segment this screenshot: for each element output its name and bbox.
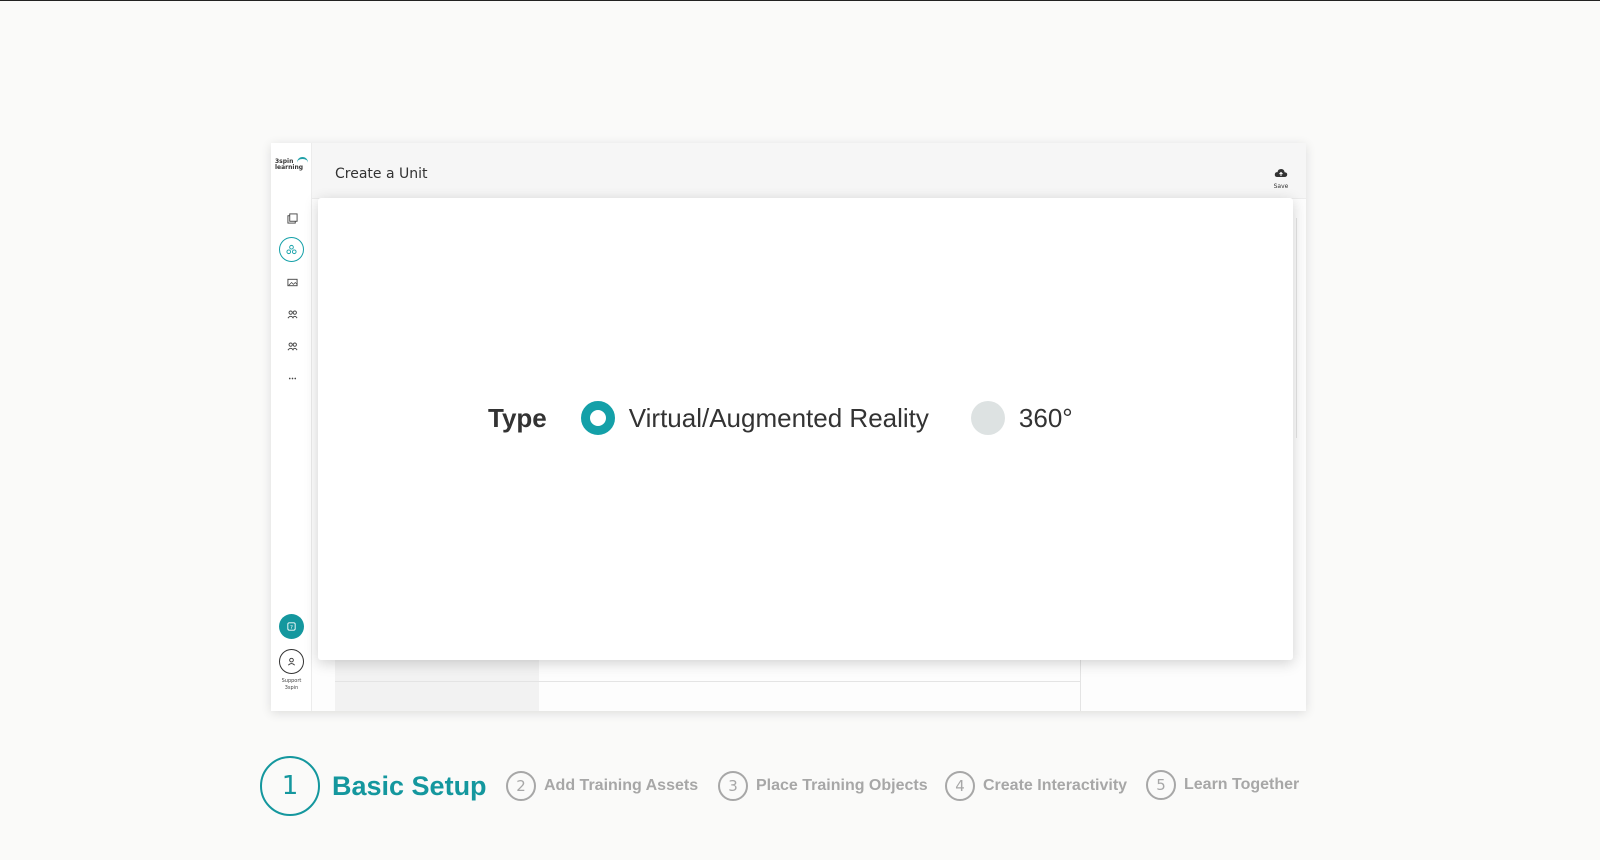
- step-label: Basic Setup: [332, 770, 487, 801]
- step-label: Place Training Objects: [756, 777, 928, 794]
- page-title: Create a Unit: [335, 166, 428, 182]
- logo-text-bottom: learning: [275, 164, 304, 171]
- step-learn-together[interactable]: 5 Learn Together: [1146, 770, 1299, 800]
- help-icon: ?: [287, 622, 296, 631]
- step-label: Learn Together: [1184, 776, 1300, 793]
- unit-type-dialog: Type Virtual/Augmented Reality 360°: [318, 198, 1293, 660]
- step-number: 2: [506, 771, 536, 801]
- sidebar: 3spin learning ? Support 3spin: [271, 143, 312, 711]
- svg-text:?: ?: [290, 625, 293, 631]
- help-button[interactable]: ?: [279, 614, 304, 639]
- background-table-divider: [335, 681, 1080, 682]
- step-number: 1: [260, 756, 320, 816]
- user-profile-button[interactable]: [279, 649, 304, 674]
- step-basic-setup[interactable]: 1 Basic Setup: [260, 756, 487, 816]
- groups-icon[interactable]: [283, 337, 301, 355]
- radio-virtual-augmented-reality[interactable]: [580, 401, 615, 435]
- step-place-training-objects[interactable]: 3 Place Training Objects: [718, 771, 928, 801]
- logo: 3spin learning: [275, 157, 309, 171]
- top-rule: [0, 0, 1600, 1]
- step-number: 4: [945, 771, 975, 801]
- cloud-upload-icon: [1274, 169, 1288, 177]
- radio-360[interactable]: [970, 401, 1005, 435]
- step-number: 3: [718, 771, 748, 801]
- background-right-panel: [1296, 218, 1306, 438]
- step-label: Add Training Assets: [544, 777, 699, 794]
- more-icon[interactable]: [283, 369, 301, 387]
- type-selector: Type Virtual/Augmented Reality 360°: [488, 398, 1073, 438]
- step-label: Create Interactivity: [983, 777, 1128, 794]
- support-line-1: Support: [281, 678, 302, 684]
- media-icon[interactable]: [283, 273, 301, 291]
- save-button[interactable]: Save: [1270, 163, 1292, 190]
- save-label: Save: [1273, 183, 1289, 190]
- wizard-stepper: 1 Basic Setup 2 Add Training Assets 3 Pl…: [260, 756, 1300, 816]
- type-label: Type: [488, 402, 547, 433]
- step-add-training-assets[interactable]: 2 Add Training Assets: [506, 771, 698, 801]
- units-icon[interactable]: [279, 237, 304, 262]
- library-icon[interactable]: [283, 209, 301, 227]
- step-create-interactivity[interactable]: 4 Create Interactivity: [945, 771, 1127, 801]
- option-label-360[interactable]: 360°: [1019, 403, 1073, 434]
- users-icon[interactable]: [283, 305, 301, 323]
- support-label: Support 3spin: [271, 678, 312, 692]
- step-number: 5: [1146, 770, 1176, 800]
- support-line-2: 3spin: [284, 685, 299, 691]
- app-header: Create a Unit Save: [312, 143, 1306, 199]
- user-icon: [287, 657, 296, 666]
- option-label-virtual-augmented-reality[interactable]: Virtual/Augmented Reality: [629, 403, 929, 434]
- logo-wave-icon: [297, 157, 308, 163]
